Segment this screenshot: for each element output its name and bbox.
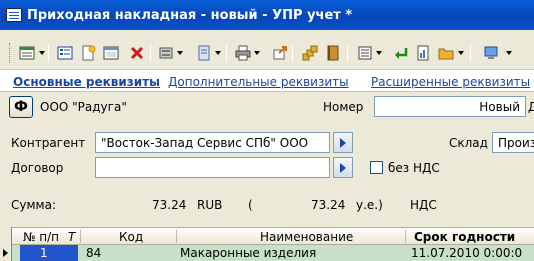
window-title: Приходная накладная - новый - УПР учет * — [27, 7, 353, 23]
toolbar-grip[interactable] — [9, 43, 12, 63]
column-divider[interactable] — [405, 230, 406, 243]
chevron-down-icon[interactable] — [506, 51, 512, 55]
goto-icon[interactable] — [270, 43, 290, 63]
sum-currency: RUB — [197, 198, 223, 212]
number-label: Номер — [323, 100, 364, 114]
counterparty-label: Контрагент — [11, 136, 86, 150]
column-header-name[interactable]: Наименование — [260, 230, 353, 244]
row-number: 1 — [40, 246, 48, 260]
warehouse-label: Склад — [449, 136, 488, 150]
ue-value: 73.24 — [311, 198, 346, 212]
chevron-down-icon[interactable] — [39, 51, 45, 55]
tab-extended-details[interactable]: Расширенные реквизиты — [371, 75, 530, 89]
tab-strip: Основные реквизиты Дополнительные реквиз… — [0, 70, 534, 92]
column-divider[interactable] — [176, 230, 177, 243]
list-icon[interactable] — [55, 43, 75, 63]
no-vat-label: без НДС — [388, 161, 440, 175]
play-arrow-icon — [340, 137, 346, 148]
document-icon — [6, 8, 22, 22]
structure-icon[interactable] — [156, 43, 176, 63]
chevron-down-icon[interactable] — [254, 51, 260, 55]
report-icon[interactable] — [413, 43, 433, 63]
toolbar-separator — [48, 44, 49, 62]
row-code: 84 — [86, 246, 102, 260]
column-header-expiry[interactable]: Срок годности — [414, 230, 515, 244]
actions-menu-icon[interactable] — [17, 43, 37, 63]
play-arrow-icon — [340, 162, 346, 173]
no-vat-checkbox[interactable] — [370, 161, 383, 174]
organization-name: ООО "Радуга" — [40, 100, 127, 114]
list-view-icon[interactable] — [355, 43, 375, 63]
book-icon[interactable] — [323, 43, 343, 63]
contract-select-button[interactable] — [333, 157, 353, 178]
title-bar: Приходная накладная - новый - УПР учет * — [0, 0, 534, 30]
sum-label: Сумма: — [11, 198, 56, 212]
ue-paren: ( — [248, 198, 253, 212]
chevron-down-icon[interactable] — [458, 51, 464, 55]
column-header-code[interactable]: Код — [119, 230, 143, 244]
row-number-cell[interactable]: 1 — [20, 245, 78, 261]
warehouse-field[interactable]: Произ — [492, 132, 534, 153]
row-name: Макаронные изделия — [180, 246, 317, 260]
toolbar-separator — [470, 44, 471, 62]
chevron-down-icon[interactable] — [177, 51, 183, 55]
current-row-marker-icon — [3, 249, 8, 257]
column-divider[interactable] — [80, 230, 81, 243]
counterparty-field[interactable]: "Восток-Запад Сервис СПб" ООО — [95, 132, 330, 153]
tab-additional-details[interactable]: Дополнительные реквизиты — [168, 75, 349, 89]
row-expiry: 11.07.2010 0:00:0 — [411, 246, 523, 260]
toolbar-separator — [150, 44, 151, 62]
sum-value: 73.24 — [152, 198, 187, 212]
computer-icon[interactable] — [481, 43, 501, 63]
chevron-down-icon[interactable] — [376, 51, 382, 55]
new-document-icon[interactable] — [78, 43, 98, 63]
coins-icon[interactable] — [300, 43, 320, 63]
delete-icon[interactable] — [127, 43, 147, 63]
toolbar-separator — [292, 44, 293, 62]
tab-main-details[interactable]: Основные реквизиты — [13, 75, 160, 89]
table-row[interactable]: 1 84 Макаронные изделия 11.07.2010 0:00:… — [3, 245, 534, 261]
column-header-row-number[interactable]: № п/п — [23, 230, 59, 244]
date-label-truncated: Д — [528, 100, 534, 114]
contract-label: Договор — [11, 161, 64, 175]
column-header-type[interactable]: Т — [68, 230, 75, 244]
journal-icon[interactable] — [194, 43, 214, 63]
folder-icon[interactable] — [436, 43, 456, 63]
counterparty-select-button[interactable] — [333, 132, 353, 153]
vat-label: НДС — [410, 198, 437, 212]
organization-button[interactable]: Ф — [9, 96, 33, 118]
toolbar-separator — [226, 44, 227, 62]
print-icon[interactable] — [233, 43, 253, 63]
window-icon[interactable] — [101, 43, 121, 63]
toolbar-separator — [347, 44, 348, 62]
grid-header: № п/п Т Код Наименование Срок годности — [12, 227, 534, 245]
number-field[interactable]: Новый — [374, 96, 526, 117]
contract-field[interactable] — [95, 157, 330, 178]
chevron-down-icon[interactable] — [215, 51, 221, 55]
enter-arrow-icon[interactable] — [391, 43, 411, 63]
ue-label: у.е.) — [356, 198, 383, 212]
toolbar — [0, 30, 534, 70]
